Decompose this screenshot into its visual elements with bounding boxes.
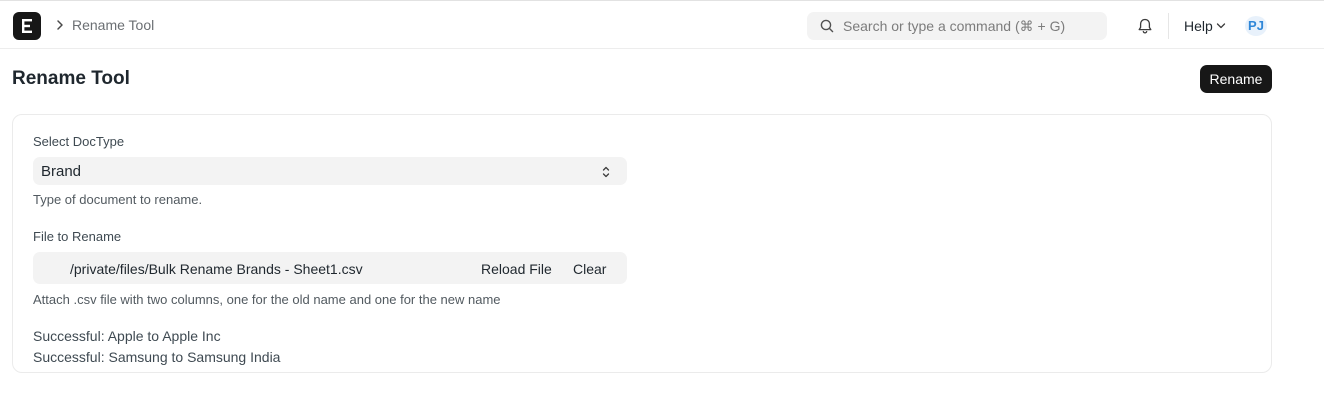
breadcrumb[interactable]: Rename Tool xyxy=(72,17,154,33)
rename-button[interactable]: Rename xyxy=(1200,65,1272,93)
doctype-select-value: Brand xyxy=(41,163,82,180)
reload-file-button[interactable]: Reload File xyxy=(481,261,552,277)
avatar[interactable]: PJ xyxy=(1245,16,1267,36)
help-menu[interactable]: Help xyxy=(1184,18,1213,34)
page-title: Rename Tool xyxy=(12,68,130,89)
search-icon xyxy=(820,19,834,33)
result-message: Successful: Samsung to Samsung India xyxy=(33,349,281,365)
app-logo-icon[interactable] xyxy=(13,12,41,40)
search-bar[interactable] xyxy=(807,12,1107,40)
chevron-updown-icon xyxy=(602,166,610,178)
doctype-description: Type of document to rename. xyxy=(33,192,203,207)
doctype-label: Select DocType xyxy=(33,134,125,149)
navbar-divider xyxy=(1168,13,1169,39)
chevron-right-icon xyxy=(57,20,63,30)
file-attach-field[interactable]: /private/files/Bulk Rename Brands - Shee… xyxy=(33,252,627,284)
search-input[interactable] xyxy=(843,12,1098,40)
file-label: File to Rename xyxy=(33,229,122,244)
navbar: Rename Tool Help PJ xyxy=(0,0,1324,49)
doctype-select[interactable]: Brand xyxy=(33,157,627,185)
file-description: Attach .csv file with two columns, one f… xyxy=(33,292,501,307)
chevron-down-icon[interactable] xyxy=(1216,22,1226,30)
bell-icon[interactable] xyxy=(1136,17,1154,35)
result-message: Successful: Apple to Apple Inc xyxy=(33,328,221,344)
file-path[interactable]: /private/files/Bulk Rename Brands - Shee… xyxy=(70,261,363,277)
clear-file-button[interactable]: Clear xyxy=(573,261,606,277)
